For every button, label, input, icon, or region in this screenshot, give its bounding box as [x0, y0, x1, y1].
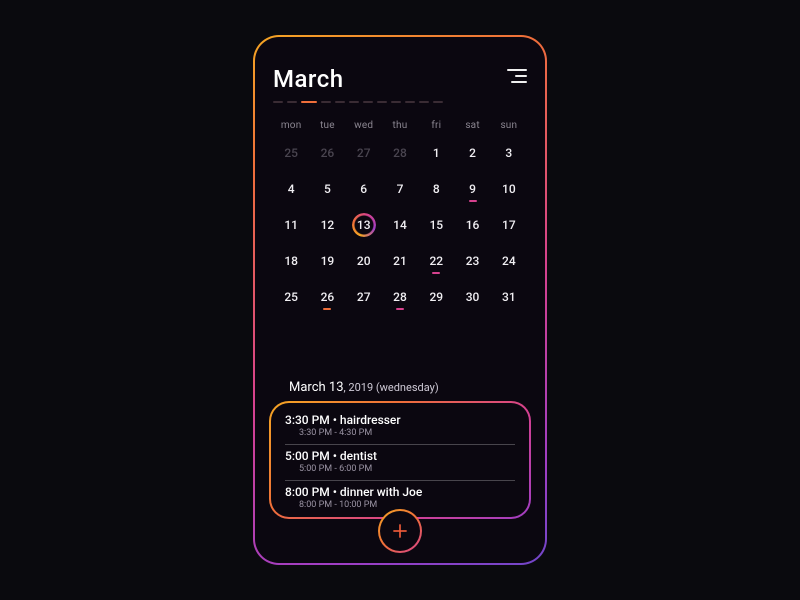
day-cell[interactable]: 21 — [382, 246, 418, 276]
day-cell[interactable]: 17 — [491, 210, 527, 240]
day-cell[interactable]: 8 — [418, 174, 454, 204]
plus-icon — [390, 521, 410, 541]
weekday-label: sun — [491, 117, 527, 134]
event-title: 5:00 PM • dentist — [285, 449, 515, 463]
event-time: 5:00 PM - 6:00 PM — [299, 464, 515, 474]
day-cell[interactable]: 24 — [491, 246, 527, 276]
day-cell[interactable]: 3 — [491, 138, 527, 168]
weekday-label: fri — [418, 117, 454, 134]
add-event-button[interactable] — [378, 509, 422, 553]
calendar-grid: 2526272812345678910111213141516171819202… — [273, 138, 527, 312]
day-cell[interactable]: 15 — [418, 210, 454, 240]
weekday-label: tue — [309, 117, 345, 134]
day-cell[interactable]: 16 — [454, 210, 490, 240]
day-cell[interactable]: 19 — [309, 246, 345, 276]
month-title: March — [273, 65, 344, 93]
day-cell[interactable]: 29 — [418, 282, 454, 312]
event-indicator — [396, 308, 404, 310]
day-cell[interactable]: 1 — [418, 138, 454, 168]
phone-frame: March montuewedthufrisatsun 252627281234… — [253, 35, 547, 565]
day-cell[interactable]: 26 — [309, 138, 345, 168]
event-indicator — [469, 200, 477, 202]
event-item[interactable]: 5:00 PM • dentist5:00 PM - 6:00 PM — [285, 445, 515, 481]
event-indicator — [323, 308, 331, 310]
weekday-label: thu — [382, 117, 418, 134]
events-panel: 3:30 PM • hairdresser3:30 PM - 4:30 PM5:… — [269, 401, 531, 519]
day-cell[interactable]: 13 — [346, 210, 382, 240]
weekday-row: montuewedthufrisatsun — [273, 117, 527, 134]
day-cell[interactable]: 28 — [382, 282, 418, 312]
day-cell[interactable]: 5 — [309, 174, 345, 204]
day-cell[interactable]: 22 — [418, 246, 454, 276]
app-screen: March montuewedthufrisatsun 252627281234… — [255, 37, 545, 563]
day-cell[interactable]: 27 — [346, 282, 382, 312]
day-cell[interactable]: 31 — [491, 282, 527, 312]
day-cell[interactable]: 12 — [309, 210, 345, 240]
day-cell[interactable]: 6 — [346, 174, 382, 204]
menu-icon[interactable] — [505, 65, 527, 83]
day-cell[interactable]: 14 — [382, 210, 418, 240]
event-title: 8:00 PM • dinner with Joe — [285, 485, 515, 499]
day-cell[interactable]: 10 — [491, 174, 527, 204]
day-cell[interactable]: 18 — [273, 246, 309, 276]
day-cell[interactable]: 9 — [454, 174, 490, 204]
day-cell[interactable]: 27 — [346, 138, 382, 168]
event-indicator — [432, 272, 440, 274]
day-cell[interactable]: 7 — [382, 174, 418, 204]
weekday-label: wed — [346, 117, 382, 134]
event-time: 8:00 PM - 10:00 PM — [299, 500, 515, 510]
day-cell[interactable]: 23 — [454, 246, 490, 276]
day-cell[interactable]: 28 — [382, 138, 418, 168]
day-cell[interactable]: 25 — [273, 282, 309, 312]
day-cell[interactable]: 25 — [273, 138, 309, 168]
month-pager[interactable] — [273, 101, 527, 103]
day-cell[interactable]: 2 — [454, 138, 490, 168]
day-cell[interactable]: 26 — [309, 282, 345, 312]
event-time: 3:30 PM - 4:30 PM — [299, 428, 515, 438]
event-item[interactable]: 3:30 PM • hairdresser3:30 PM - 4:30 PM — [285, 409, 515, 445]
weekday-label: sat — [454, 117, 490, 134]
day-cell[interactable]: 30 — [454, 282, 490, 312]
selected-date-label: March 13, 2019 (wednesday) — [289, 380, 531, 395]
day-cell[interactable]: 4 — [273, 174, 309, 204]
day-cell[interactable]: 20 — [346, 246, 382, 276]
events-list[interactable]: 3:30 PM • hairdresser3:30 PM - 4:30 PM5:… — [271, 403, 529, 517]
event-title: 3:30 PM • hairdresser — [285, 413, 515, 427]
weekday-label: mon — [273, 117, 309, 134]
day-cell[interactable]: 11 — [273, 210, 309, 240]
